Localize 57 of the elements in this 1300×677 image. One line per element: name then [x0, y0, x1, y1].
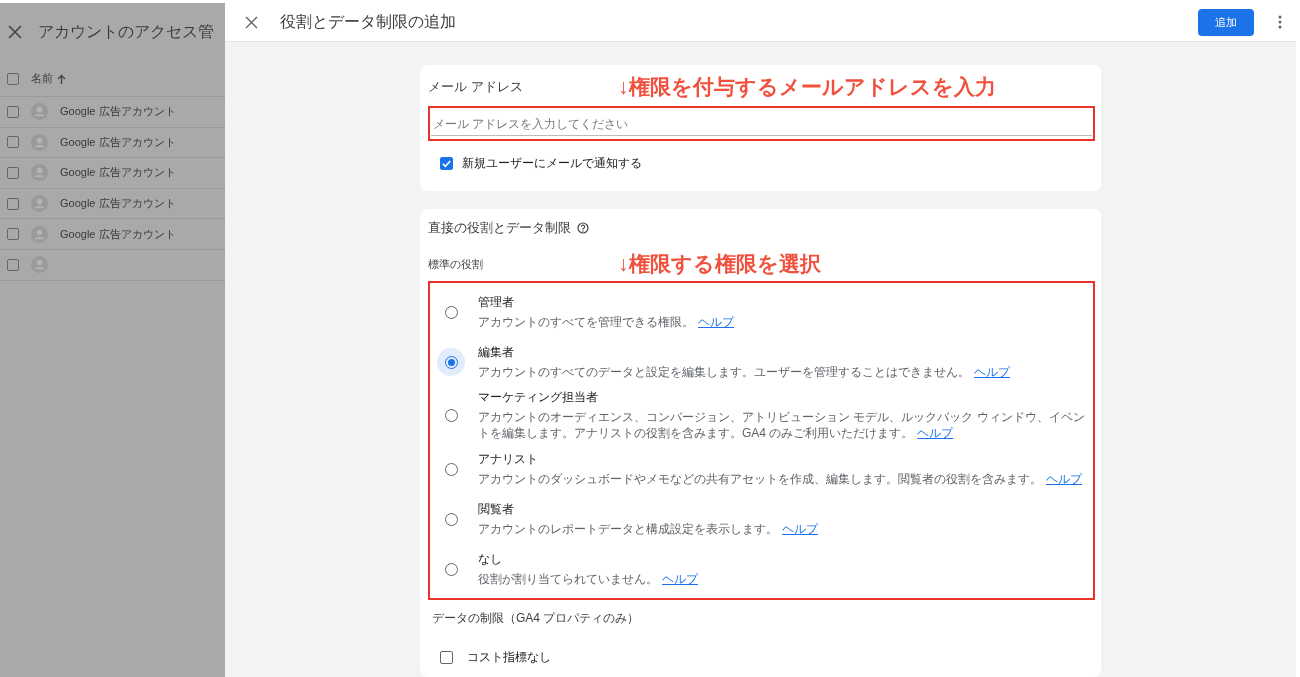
avatar-icon	[31, 225, 48, 243]
account-name: Google 広告アカウント	[60, 196, 176, 212]
avatar-icon	[31, 256, 48, 274]
section-label: 標準の役割	[428, 256, 484, 272]
checkbox[interactable]	[7, 105, 19, 118]
checkbox[interactable]	[7, 136, 19, 149]
radio-button[interactable]	[437, 348, 465, 376]
close-icon	[245, 15, 258, 29]
role-title: 閲覧者	[478, 501, 515, 517]
help-link[interactable]: ヘルプ	[698, 314, 734, 329]
role-title: なし	[478, 551, 503, 567]
role-description: アカウントのすべてを管理できる権限。 ヘルプ	[478, 313, 734, 330]
checkbox-label: 新規ユーザーにメールで通知する	[462, 154, 642, 172]
checkbox[interactable]	[7, 197, 19, 210]
card-title: メール アドレス	[428, 78, 524, 96]
checkbox[interactable]	[440, 650, 453, 664]
help-link[interactable]: ヘルプ	[782, 521, 818, 536]
account-name: Google 広告アカウント	[60, 134, 176, 150]
role-title: アナリスト	[478, 451, 539, 467]
account-name: Google 広告アカウント	[60, 165, 176, 181]
checkbox[interactable]	[7, 228, 19, 241]
checkbox[interactable]	[7, 167, 19, 179]
help-link[interactable]: ヘルプ	[1046, 471, 1082, 486]
avatar-icon	[31, 133, 48, 151]
sort-arrow-icon	[57, 73, 66, 84]
card-title: 直接の役割とデータ制限	[428, 219, 571, 237]
help-icon	[577, 222, 589, 234]
role-description: アカウントのオーディエンス、コンバージョン、アトリビューション モデル、ルックバック ウィンドウ、イベントを編集します。アナリストの役割を含みます。GA4 のみご利用いただけます。 ヘルプ	[478, 409, 1085, 441]
role-description: アカウントのダッシュボードやメモなどの共有アセットを作成、編集します。閲覧者の役割を含みます。 ヘルプ	[478, 470, 1082, 487]
help-link[interactable]: ヘルプ	[974, 364, 1010, 379]
avatar-icon	[31, 164, 48, 182]
help-link[interactable]: ヘルプ	[917, 426, 954, 440]
add-button[interactable]: 追加	[1198, 8, 1254, 36]
role-title: マーケティング担当者	[478, 390, 599, 405]
panel-title: アカウントのアクセス管	[38, 21, 214, 42]
account-name: Google 広告アカウント	[60, 104, 176, 120]
account-name: Google 広告アカウント	[60, 226, 176, 242]
help-link[interactable]: ヘルプ	[662, 571, 698, 586]
avatar-icon	[31, 103, 48, 121]
role-title: 管理者	[478, 294, 515, 310]
role-description: アカウントのレポートデータと構成設定を表示します。 ヘルプ	[478, 520, 818, 537]
annotation-text: ↓権限する権限を選択	[618, 251, 821, 277]
dialog-title: 役割とデータ制限の追加	[280, 11, 457, 32]
section-label: データの制限（GA4 プロパティのみ）	[431, 610, 641, 627]
role-title: 編集者	[478, 344, 515, 360]
role-description: アカウントのすべてのデータと設定を編集します。ユーザーを管理することはできません。 ヘルプ	[478, 363, 1010, 380]
checkbox[interactable]	[7, 72, 19, 85]
checkbox-label: コスト指標なし	[467, 649, 551, 665]
column-header[interactable]: 名前	[31, 71, 53, 86]
email-field[interactable]: メール アドレスを入力してください	[431, 113, 1092, 136]
role-description: 役割が割り当てられていません。 ヘルプ	[478, 570, 698, 587]
annotation-text: ↓権限を付与するメールアドレスを入力	[618, 74, 996, 100]
checkbox[interactable]	[440, 156, 453, 170]
more-icon	[1278, 15, 1282, 29]
close-icon	[8, 25, 22, 39]
checkbox[interactable]	[7, 258, 19, 271]
avatar-icon	[31, 195, 48, 213]
